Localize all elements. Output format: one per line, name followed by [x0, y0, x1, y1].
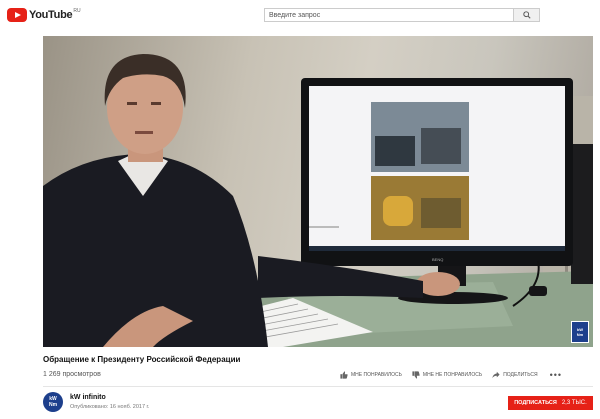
share-button[interactable]: ПОДЕЛИТЬСЯ	[492, 371, 538, 379]
publish-date: Опубликовано: 16 нояб. 2017 г.	[70, 404, 150, 410]
watermark-text: Nm	[576, 332, 584, 337]
avatar-text: Nm	[48, 402, 58, 408]
logo-region: RU	[73, 8, 81, 14]
thumbs-down-icon	[412, 371, 420, 379]
dislike-button[interactable]: МНЕ НЕ ПОНРАВИЛОСЬ	[412, 371, 482, 379]
video-player[interactable]: BENQ kW Nm	[43, 36, 593, 347]
like-button[interactable]: МНЕ ПОНРАВИЛОСЬ	[340, 371, 402, 379]
channel-avatar[interactable]: kW Nm	[43, 392, 63, 412]
svg-text:BENQ: BENQ	[432, 257, 443, 262]
channel-name[interactable]: kW infinito	[70, 394, 106, 401]
search-input[interactable]	[264, 8, 514, 22]
share-icon	[492, 371, 500, 379]
subscribe-label: ПОДПИСАТЬСЯ	[514, 400, 557, 406]
channel-watermark[interactable]: kW Nm	[571, 321, 589, 343]
video-title: Обращение к Президенту Российской Федера…	[43, 355, 241, 364]
search-icon	[522, 11, 531, 19]
video-actions: МНЕ ПОНРАВИЛОСЬ МНЕ НЕ ПОНРАВИЛОСЬ ПОДЕЛ…	[340, 370, 562, 380]
more-actions-button[interactable]: •••	[550, 370, 562, 380]
subscriber-count: 2,3 ТЫС.	[561, 400, 587, 406]
dislike-label: МНЕ НЕ ПОНРАВИЛОСЬ	[422, 372, 483, 378]
youtube-logo[interactable]: YouTube RU	[7, 7, 81, 23]
share-label: ПОДЕЛИТЬСЯ	[503, 372, 538, 378]
youtube-play-icon	[7, 8, 27, 22]
like-label: МНЕ ПОНРАВИЛОСЬ	[351, 372, 402, 378]
search-button[interactable]	[514, 8, 540, 22]
divider	[43, 386, 593, 387]
subscribe-button[interactable]: ПОДПИСАТЬСЯ 2,3 ТЫС.	[508, 396, 593, 410]
logo-text: YouTube	[29, 9, 73, 21]
thumbs-up-icon	[340, 371, 348, 379]
video-frame: BENQ	[43, 54, 593, 347]
view-count: 1 269 просмотров	[43, 371, 101, 378]
masthead: YouTube RU	[0, 0, 600, 30]
